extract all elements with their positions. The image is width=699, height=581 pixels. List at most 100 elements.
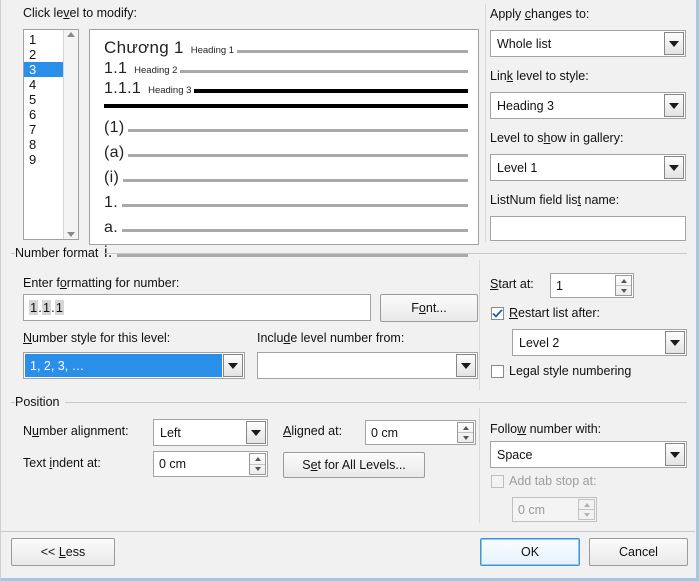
level-item-7[interactable]: 7 xyxy=(24,122,63,137)
preview-number: 1. xyxy=(104,194,118,211)
text-indent-spin-buttons[interactable] xyxy=(249,453,266,475)
preview-rule xyxy=(121,204,468,207)
aligned-at-value[interactable]: 0 cm xyxy=(366,421,457,444)
link-level-to-style-dropdown-button[interactable] xyxy=(664,94,684,117)
include-level-number-dropdown-button[interactable] xyxy=(456,354,476,377)
add-tab-stop-at-label: Add tab stop at: xyxy=(509,474,597,488)
scroll-up-arrow-icon[interactable] xyxy=(67,32,75,37)
level-item-8[interactable]: 8 xyxy=(24,137,63,152)
level-item-4[interactable]: 4 xyxy=(24,77,63,92)
enter-formatting-for-number-input[interactable]: 1.1.1 xyxy=(23,294,371,321)
number-alignment-combo[interactable]: Left xyxy=(153,419,268,446)
enter-formatting-for-number-label: Enter formatting for number: xyxy=(23,276,180,290)
spin-down-button[interactable] xyxy=(616,286,631,295)
spin-down-icon xyxy=(254,467,261,472)
number-style-for-this-level-combo[interactable]: 1, 2, 3, … xyxy=(23,352,245,379)
spin-up-button[interactable] xyxy=(250,454,265,465)
preview-number: Chương 1 xyxy=(104,38,184,57)
ok-button[interactable]: OK xyxy=(480,538,580,566)
define-new-multilevel-list-dialog: Click level to modify: 1 2 3 4 5 6 7 8 9… xyxy=(0,0,699,581)
spin-down-button[interactable] xyxy=(250,465,265,475)
start-at-spin-buttons[interactable] xyxy=(615,275,632,296)
cancel-button[interactable]: Cancel xyxy=(589,538,688,566)
level-list-scrollbar[interactable] xyxy=(63,30,78,239)
level-item-3[interactable]: 3 xyxy=(24,62,63,77)
restart-list-after-combo[interactable]: Level 2 xyxy=(512,329,687,356)
apply-changes-to-value[interactable]: Whole list xyxy=(491,31,664,56)
number-alignment-value[interactable]: Left xyxy=(154,420,246,445)
spin-up-button[interactable] xyxy=(616,276,631,286)
follow-number-with-dropdown-button[interactable] xyxy=(665,443,685,466)
preview-number: a. xyxy=(104,219,118,236)
spin-down-button[interactable] xyxy=(458,433,473,442)
footer-divider xyxy=(1,531,695,532)
less-button[interactable]: << Less xyxy=(11,538,115,566)
preview-number: (a) xyxy=(104,144,125,161)
level-item-2[interactable]: 2 xyxy=(24,47,63,62)
follow-number-with-value[interactable]: Space xyxy=(491,442,665,467)
spin-up-button[interactable] xyxy=(458,423,473,433)
spin-up-icon xyxy=(462,425,469,430)
link-level-to-style-combo[interactable]: Heading 3 xyxy=(490,92,686,119)
level-to-show-in-gallery-value[interactable]: Level 1 xyxy=(491,155,664,180)
include-level-number-from-combo[interactable] xyxy=(257,352,478,379)
preview-rule xyxy=(237,50,468,53)
link-level-to-style-value[interactable]: Heading 3 xyxy=(491,93,664,118)
number-style-for-this-level-value[interactable]: 1, 2, 3, … xyxy=(25,354,222,377)
level-item-6[interactable]: 6 xyxy=(24,107,63,122)
restart-list-after-checkbox-row[interactable]: Restart list after: xyxy=(491,306,600,320)
start-at-spinner[interactable]: 1 xyxy=(550,273,634,298)
preview-heading-row: Chương 1 Heading 1 xyxy=(104,38,468,58)
scroll-down-arrow-icon[interactable] xyxy=(67,232,75,237)
chevron-down-icon xyxy=(670,451,680,458)
spin-up-icon xyxy=(583,502,590,507)
follow-number-with-combo[interactable]: Space xyxy=(490,441,687,468)
aligned-at-spinner[interactable]: 0 cm xyxy=(365,420,476,445)
apply-changes-to-dropdown-button[interactable] xyxy=(664,32,684,55)
set-for-all-levels-button[interactable]: Set for All Levels... xyxy=(283,452,425,478)
spin-up-icon xyxy=(620,278,627,283)
legal-style-numbering-checkbox[interactable] xyxy=(491,364,504,378)
restart-list-after-value[interactable]: Level 2 xyxy=(513,330,665,355)
font-button-label: Font... xyxy=(411,301,447,315)
position-column-divider xyxy=(479,408,480,523)
number-style-dropdown-button[interactable] xyxy=(223,354,243,377)
preview-style: Heading 1 xyxy=(190,45,235,56)
number-alignment-dropdown-button[interactable] xyxy=(246,421,266,444)
link-level-to-style-label: Link level to style: xyxy=(490,69,589,83)
restart-list-after-checkbox[interactable] xyxy=(491,306,504,320)
include-level-number-from-value[interactable] xyxy=(258,353,456,378)
level-to-show-in-gallery-combo[interactable]: Level 1 xyxy=(490,154,686,181)
number-format-value: 1.1.1 xyxy=(29,300,64,315)
level-to-show-in-gallery-dropdown-button[interactable] xyxy=(664,156,684,179)
chevron-down-icon xyxy=(670,339,680,346)
text-indent-at-label: Text indent at: xyxy=(23,456,101,470)
preview-rule xyxy=(128,129,468,132)
level-list-items[interactable]: 1 2 3 4 5 6 7 8 9 xyxy=(24,30,63,239)
text-indent-at-value[interactable]: 0 cm xyxy=(154,452,249,476)
legal-style-numbering-checkbox-row[interactable]: Legal style numbering xyxy=(491,364,631,378)
chevron-down-icon xyxy=(251,429,261,436)
preview-style: Heading 2 xyxy=(134,65,178,76)
number-format-column-divider xyxy=(479,260,480,390)
preview-body-row: 1. xyxy=(104,194,468,212)
level-item-9[interactable]: 9 xyxy=(24,152,63,167)
preview-body-row: (1) xyxy=(104,119,468,137)
position-group-label: Position xyxy=(15,395,66,409)
font-button[interactable]: Font... xyxy=(380,294,478,322)
preview-body-row: (i) xyxy=(104,169,468,187)
level-listbox[interactable]: 1 2 3 4 5 6 7 8 9 xyxy=(23,29,79,240)
checkmark-icon xyxy=(492,308,503,318)
level-item-5[interactable]: 5 xyxy=(24,92,63,107)
add-tab-stop-at-value: 0 cm xyxy=(518,502,546,517)
number-format-group-label: Number format xyxy=(15,246,105,260)
level-item-1[interactable]: 1 xyxy=(24,32,63,47)
text-indent-at-spinner[interactable]: 0 cm xyxy=(153,451,268,477)
add-tab-stop-at-checkbox xyxy=(491,474,504,488)
chevron-down-icon xyxy=(461,362,471,369)
restart-list-after-dropdown-button[interactable] xyxy=(665,331,685,354)
listnum-field-list-name-input[interactable] xyxy=(490,216,686,241)
apply-changes-to-combo[interactable]: Whole list xyxy=(490,30,686,57)
start-at-value[interactable]: 1 xyxy=(551,274,615,297)
aligned-at-spin-buttons[interactable] xyxy=(457,422,474,443)
